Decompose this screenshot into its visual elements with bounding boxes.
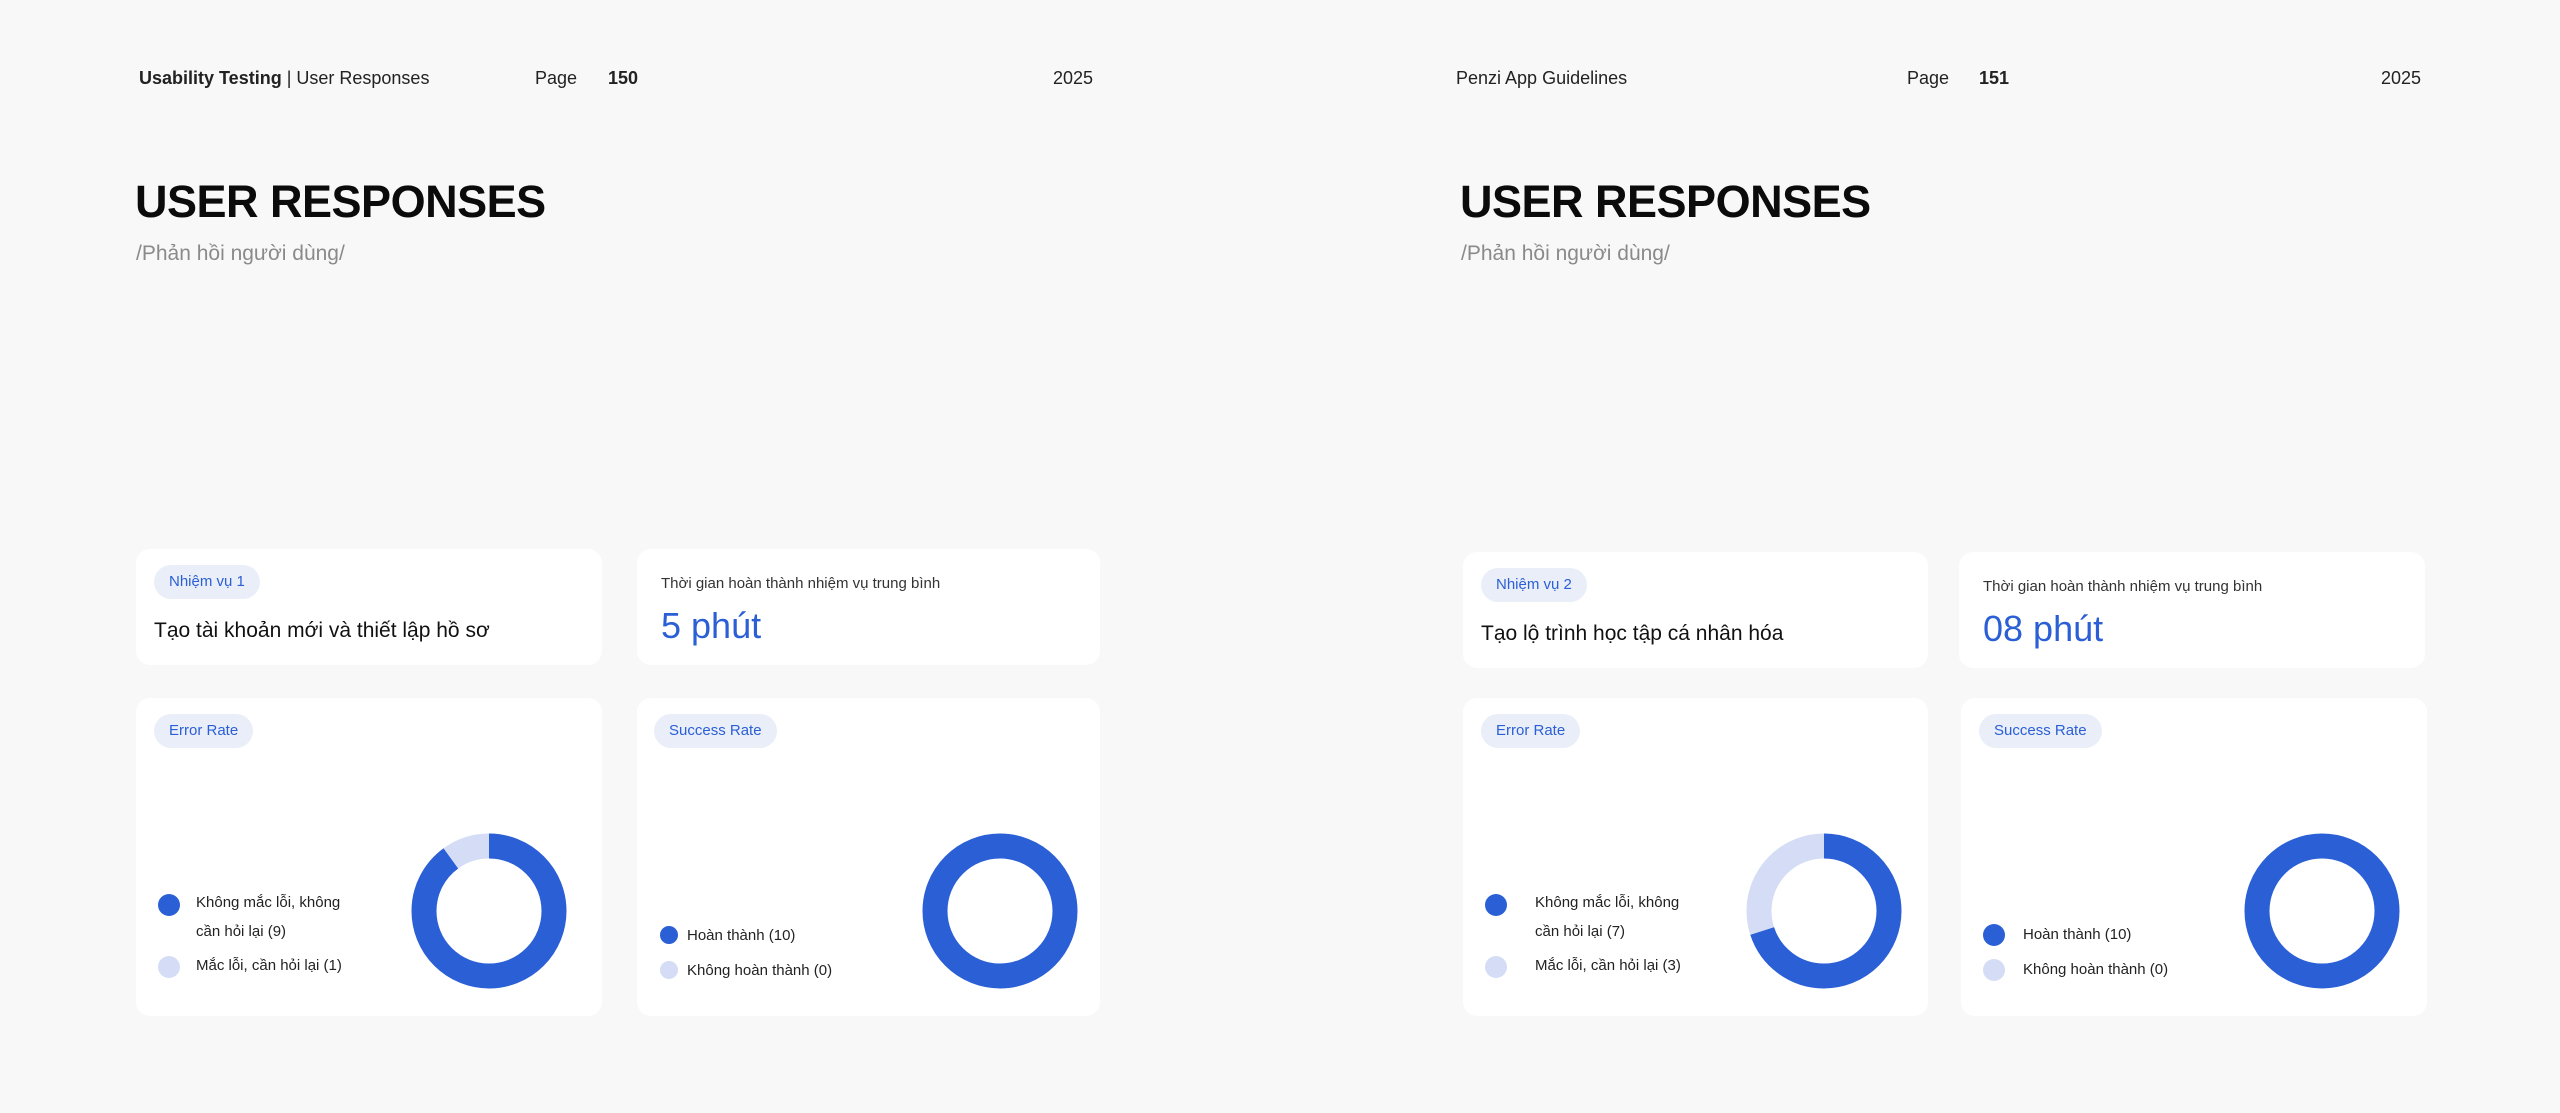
legend-complete: Hoàn thành (10) [2023,926,2132,943]
avg-time-card: Thời gian hoàn thành nhiệm vụ trung bình… [637,549,1100,665]
legend-incomplete: Không hoàn thành (0) [687,962,833,979]
header-year: 2025 [1053,68,1094,88]
donut-slice-0 [922,833,1078,989]
success-rate-card: Success Rate Hoàn thành (10) Không hoàn … [1961,698,2427,1016]
header-title-rest: Penzi App Guidelines [1456,68,1628,88]
legend-dot-no-error [158,894,180,916]
legend-dot-error [158,956,180,978]
donut-slice-0 [411,833,567,989]
legend-incomplete: Không hoàn thành (0) [2023,961,2169,978]
avg-time-value: 08 phút [1983,608,2104,649]
legend-dot-incomplete [1983,959,2005,981]
avg-time-card: Thời gian hoàn thành nhiệm vụ trung bình… [1959,552,2425,668]
avg-time-value: 5 phút [661,605,762,646]
legend-no-error-line1: Không mắc lỗi, không [1535,894,1680,911]
error-rate-donut [411,833,567,989]
task-badge: Nhiệm vụ 1 [154,565,260,599]
error-rate-card: Error Rate Không mắc lỗi, không cần hỏi … [136,698,602,1016]
header-title: Penzi App Guidelines [1456,68,1627,89]
error-rate-badge: Error Rate [1481,714,1581,748]
legend-error: Mắc lỗi, cần hỏi lại (3) [1535,957,1681,974]
legend-dot-no-error [1485,894,1507,916]
donut-slice-0 [2244,833,2400,989]
legend-dot-complete [660,926,678,944]
header-title: Usability Testing | User Responses [139,68,429,89]
task-name: Tạo tài khoản mới và thiết lập hồ sơ [154,619,490,642]
legend-no-error-line2: cần hỏi lại (9) [196,923,287,940]
task-card: Nhiệm vụ 1 Tạo tài khoản mới và thiết lậ… [136,549,602,665]
success-rate-donut [922,833,1078,989]
success-rate-badge: Success Rate [1979,714,2102,748]
success-rate-card: Success Rate Hoàn thành (10) Không hoàn … [637,698,1100,1016]
success-rate-donut [2244,833,2400,989]
legend-dot-complete [1983,924,2005,946]
avg-time-label: Thời gian hoàn thành nhiệm vụ trung bình [1983,578,2263,595]
task-card: Nhiệm vụ 2 Tạo lộ trình học tập cá nhân … [1463,552,1928,668]
error-rate-card: Error Rate Không mắc lỗi, không cần hỏi … [1463,698,1928,1016]
page-title: USER RESPONSES [1460,176,1871,227]
header-title-bold: Usability Testing [139,68,282,88]
page-150: Usability Testing | User Responses Page … [0,0,1280,1113]
error-rate-donut [1746,833,1902,989]
avg-time-label: Thời gian hoàn thành nhiệm vụ trung bình [661,575,941,592]
success-rate-badge: Success Rate [654,714,777,748]
page-subtitle: /Phản hồi người dùng/ [1461,242,1670,265]
header-year: 2025 [2381,68,2422,88]
page-title: USER RESPONSES [135,176,546,227]
task-badge: Nhiệm vụ 2 [1481,568,1587,602]
legend-no-error-line2: cần hỏi lại (7) [1535,923,1626,940]
header-page-number: 151 [1979,68,2010,88]
header-page-number: 150 [608,68,639,88]
header-title-rest: | User Responses [281,68,430,88]
legend-dot-incomplete [660,961,678,979]
header-page-label: Page [535,68,578,88]
page-subtitle: /Phản hồi người dùng/ [136,242,345,265]
task-name: Tạo lộ trình học tập cá nhân hóa [1481,622,1784,645]
legend-no-error-line1: Không mắc lỗi, không [196,894,341,911]
header-page-label: Page [1907,68,1950,88]
legend-no-error: Không mắc lỗi, không cần hỏi lại (9) [196,888,340,946]
legend-dot-error [1485,956,1507,978]
legend-complete: Hoàn thành (10) [687,927,796,944]
error-rate-badge: Error Rate [154,714,254,748]
legend-no-error: Không mắc lỗi, không cần hỏi lại (7) [1535,888,1679,946]
page-151: Penzi App Guidelines Page 151 2025 USER … [1280,0,2560,1113]
legend-error: Mắc lỗi, cần hỏi lại (1) [196,957,342,974]
